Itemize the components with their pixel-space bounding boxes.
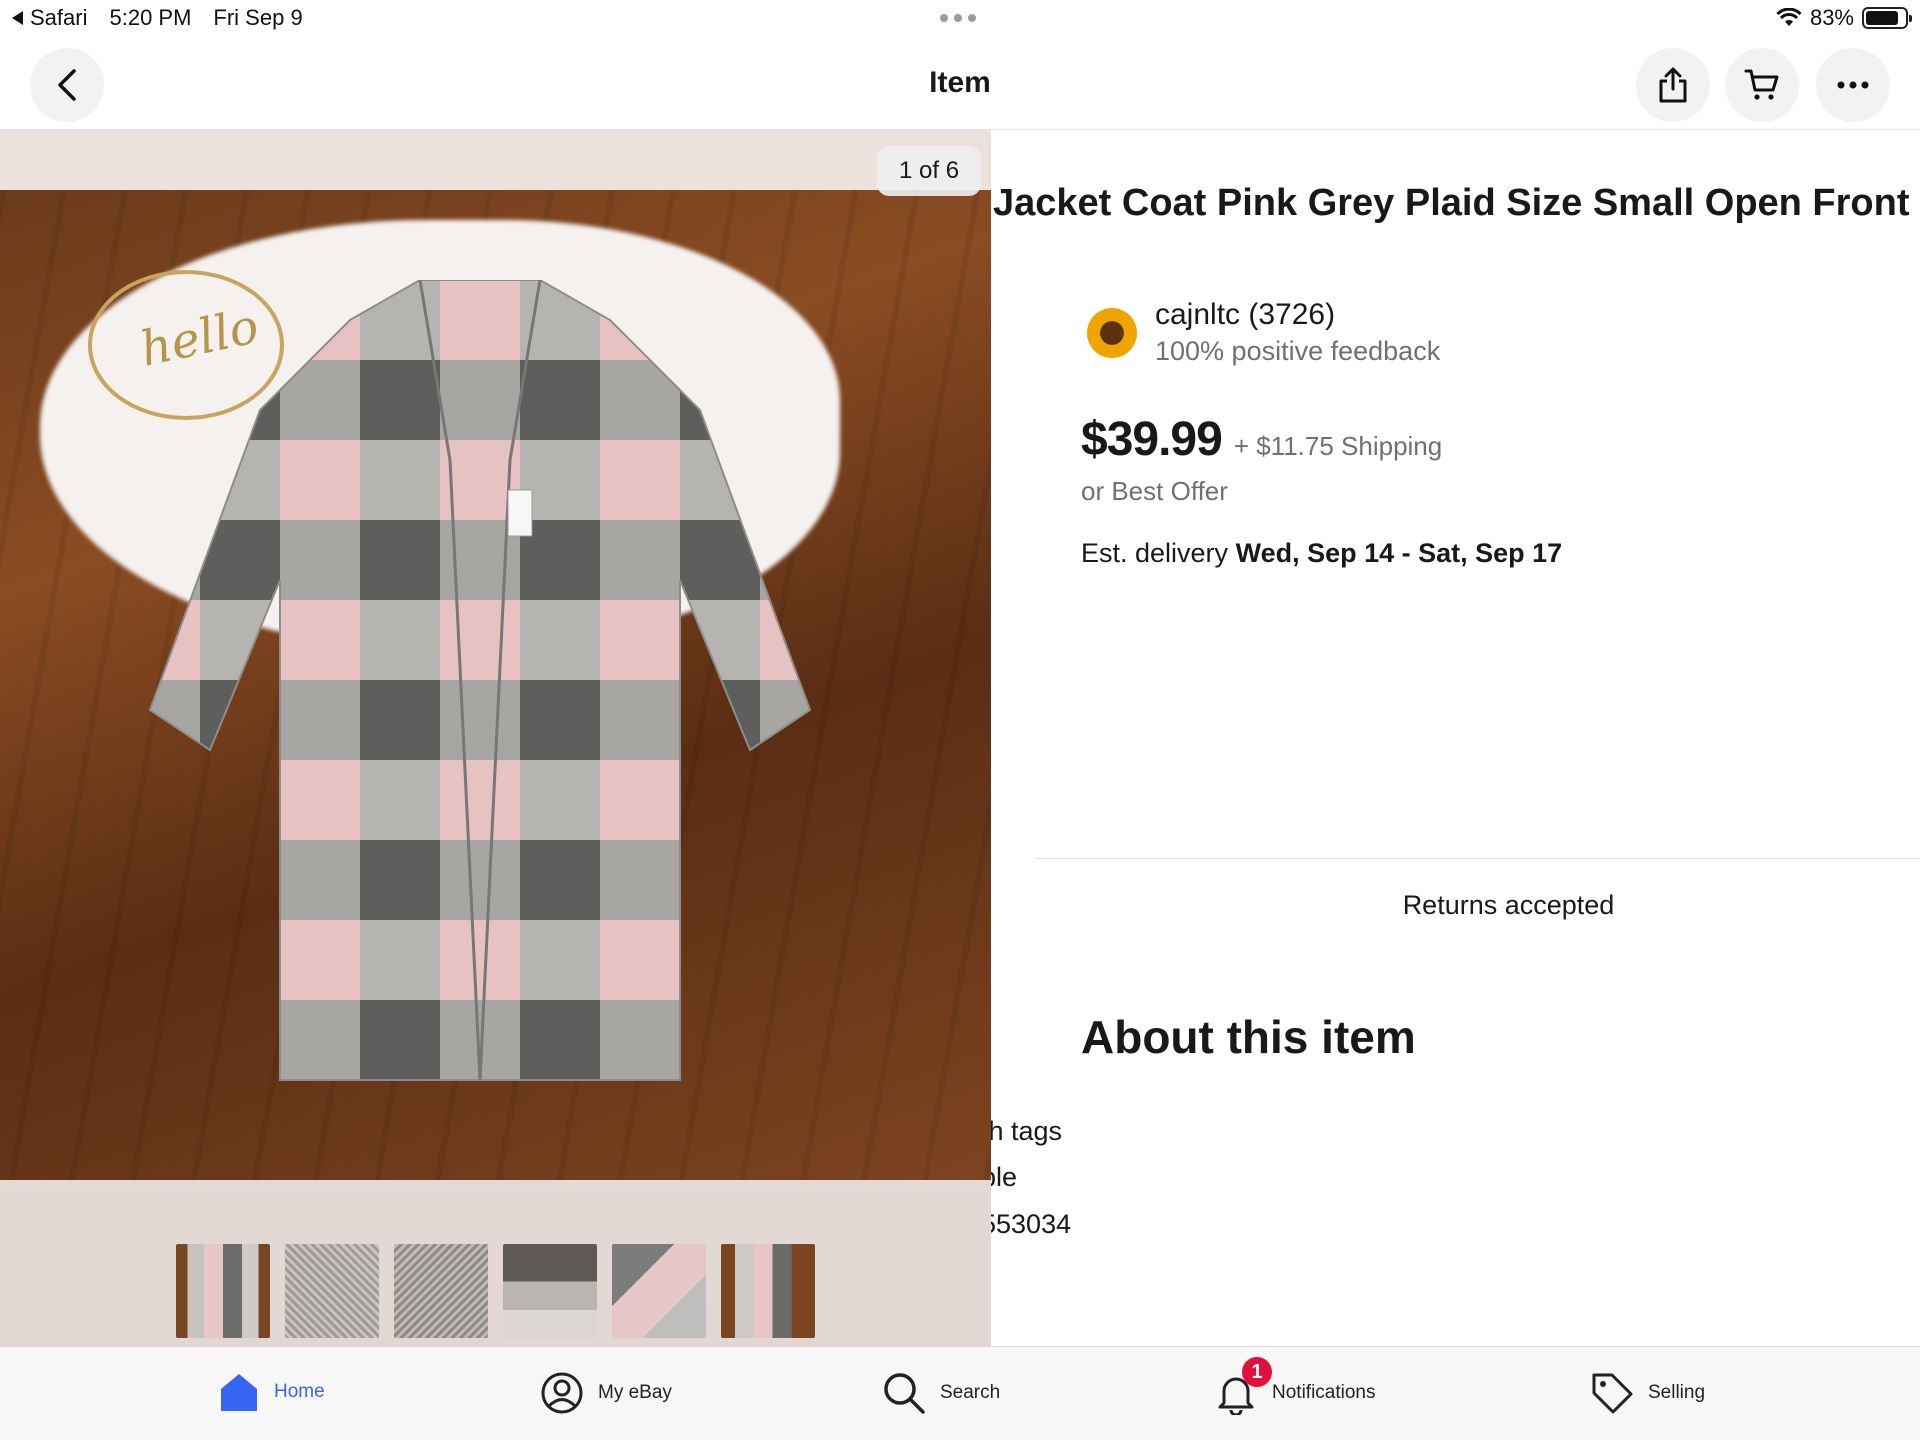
tag-icon — [1592, 1373, 1633, 1414]
seller-name[interactable]: cajnltc (3726) — [1155, 298, 1440, 332]
share-icon — [1659, 67, 1687, 103]
main-item-photo[interactable]: hello — [0, 190, 991, 1180]
thumbnail-1[interactable] — [176, 1244, 270, 1338]
spec-line-3: 553034 — [991, 1209, 1072, 1239]
more-button[interactable] — [1816, 48, 1890, 122]
seller-avatar — [1083, 303, 1141, 362]
cart-icon — [1744, 69, 1779, 100]
estimated-delivery: Est. delivery Wed, Sep 14 - Sat, Sep 17 — [1081, 538, 1562, 569]
status-date: Fri Sep 9 — [213, 5, 303, 30]
best-offer-text: or Best Offer — [1081, 476, 1228, 506]
item-title: Jacket Coat Pink Grey Plaid Size Small O… — [993, 182, 1910, 224]
tab-notifications-label: Notifications — [1272, 1382, 1376, 1403]
tab-selling-label: Selling — [1648, 1382, 1706, 1403]
tab-my-ebay-label: My eBay — [598, 1382, 672, 1403]
tab-home[interactable]: Home — [218, 1371, 325, 1413]
triangle-left-icon — [12, 11, 23, 25]
returns-policy[interactable]: Returns accepted — [991, 890, 1920, 921]
more-icon — [1837, 81, 1869, 89]
search-icon — [884, 1373, 925, 1414]
spec-line-2: ble — [991, 1162, 1018, 1192]
battery-icon — [1862, 7, 1912, 29]
delivery-prefix: Est. delivery — [1081, 538, 1229, 568]
multitasking-dots[interactable] — [940, 14, 976, 22]
price-row: $39.99 + $11.75 Shipping — [1081, 412, 1442, 467]
cart-button[interactable] — [1725, 48, 1799, 122]
thumbnail-6[interactable] — [721, 1244, 815, 1338]
back-to-app[interactable]: Safari — [12, 5, 87, 31]
thumbnail-3[interactable] — [394, 1244, 488, 1338]
seller-info[interactable]: cajnltc (3726) 100% positive feedback — [1083, 298, 1440, 367]
delivery-dates: Wed, Sep 14 - Sat, Sep 17 — [1235, 538, 1563, 568]
thumbnail-4[interactable] — [503, 1244, 597, 1338]
back-app-label: Safari — [30, 5, 88, 30]
thumbnail-strip — [176, 1244, 815, 1338]
notifications-badge: 1 — [1242, 1357, 1272, 1387]
spec-line-1: th tags — [991, 1116, 1063, 1146]
tab-home-label: Home — [274, 1381, 325, 1402]
tab-search[interactable]: Search — [882, 1371, 1000, 1415]
plaid-coat-image — [148, 280, 812, 1081]
share-button[interactable] — [1636, 48, 1710, 122]
home-icon — [221, 1374, 257, 1411]
item-header: Item — [0, 40, 1920, 130]
tab-my-ebay[interactable]: My eBay — [540, 1371, 672, 1415]
page-title: Item — [929, 66, 991, 99]
battery-percent: 83% — [1809, 5, 1854, 30]
tab-selling[interactable]: Selling — [1590, 1371, 1705, 1415]
tab-search-label: Search — [940, 1382, 1001, 1403]
shipping-cost: + $11.75 Shipping — [1233, 431, 1443, 461]
item-details-panel: Jacket Coat Pink Grey Plaid Size Small O… — [991, 130, 1920, 1346]
wifi-icon — [1776, 8, 1802, 26]
seller-feedback: 100% positive feedback — [1155, 336, 1441, 366]
section-divider — [1035, 858, 1920, 859]
account-icon — [541, 1372, 583, 1414]
bottom-tab-bar: Home My eBay Search 1 Notifications Sell… — [0, 1346, 1920, 1440]
about-heading: About this item — [1081, 1011, 1416, 1063]
thumbnail-5[interactable] — [612, 1244, 706, 1338]
image-gallery[interactable]: hello 1 of 6 — [0, 130, 991, 1346]
thumbnail-2[interactable] — [285, 1244, 379, 1338]
status-time: 5:20 PM — [109, 5, 192, 30]
item-price: $39.99 — [1081, 413, 1223, 466]
status-bar: Safari 5:20 PM Fri Sep 9 83% — [0, 0, 1920, 36]
tab-notifications[interactable]: 1 Notifications — [1214, 1357, 1376, 1415]
photo-counter: 1 of 6 — [877, 146, 982, 196]
